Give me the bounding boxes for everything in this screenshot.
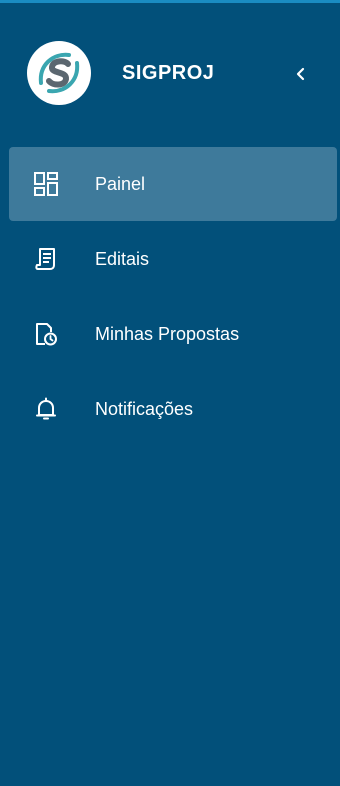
document-list-icon bbox=[33, 246, 59, 272]
sidebar-item-label: Minhas Propostas bbox=[95, 324, 240, 344]
chevron-left-icon bbox=[296, 67, 305, 81]
sidebar-item-painel[interactable]: Painel bbox=[9, 147, 337, 221]
file-clock-icon bbox=[33, 321, 59, 347]
sigproj-logo-icon bbox=[30, 44, 88, 102]
sidebar-item-label: Notificações bbox=[95, 399, 194, 419]
collapse-sidebar-button[interactable] bbox=[288, 61, 314, 87]
sidebar-item-editais[interactable]: Editais bbox=[9, 222, 337, 296]
sidebar-item-minhas-propostas[interactable]: Minhas Propostas bbox=[9, 297, 337, 371]
sidebar-item-notificacoes[interactable]: Notificações bbox=[9, 372, 337, 446]
app-title: SIGPROJ bbox=[122, 62, 215, 84]
sidebar-item-label: Painel bbox=[95, 174, 146, 194]
app-logo[interactable] bbox=[27, 41, 91, 105]
sidebar-nav: Painel Editais Minhas Propostas Notifica… bbox=[9, 147, 337, 447]
sidebar-item-label: Editais bbox=[95, 249, 150, 269]
sidebar-header: SIGPROJ bbox=[0, 3, 340, 143]
dashboard-icon bbox=[33, 171, 59, 197]
sidebar: SIGPROJ Painel Editais Minhas Propostas … bbox=[0, 0, 340, 786]
bell-icon bbox=[33, 396, 59, 422]
